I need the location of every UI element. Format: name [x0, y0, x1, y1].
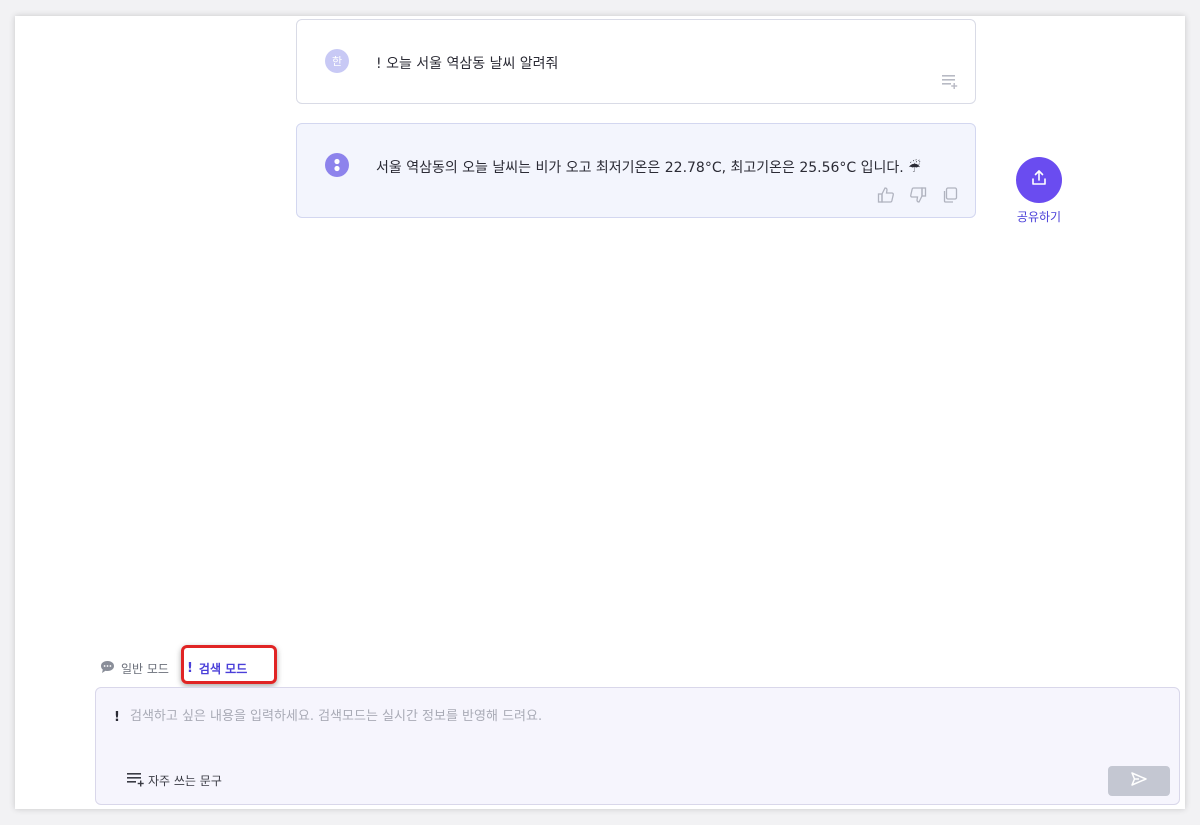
share-icon: [1030, 169, 1048, 191]
general-mode-label: 일반 모드: [121, 661, 169, 676]
user-message-text: ! 오늘 서울 역삼동 날씨 알려줘: [376, 56, 559, 72]
input-prefix: !: [114, 710, 120, 725]
message-input-box: ! 자주 쓰는 문구: [95, 687, 1180, 805]
share-label: 공유하기: [1016, 210, 1062, 224]
frequent-phrases-button[interactable]: 자주 쓰는 문구: [126, 771, 222, 790]
chat-window: 한 ! 오늘 서울 역삼동 날씨 알려줘 서울 역삼동의 오늘 날씨는 비가 오…: [15, 16, 1185, 809]
highlight-annotation: [181, 645, 277, 684]
send-icon: [1130, 771, 1148, 791]
user-avatar: 한: [325, 49, 349, 73]
bot-message-actions: [877, 186, 959, 204]
bot-message-card: 서울 역삼동의 오늘 날씨는 비가 오고 최저기온은 22.78°C, 최고기온…: [296, 123, 976, 218]
bot-avatar-icon: [325, 153, 349, 177]
send-button[interactable]: [1108, 766, 1170, 796]
thumbs-up-icon[interactable]: [877, 186, 895, 204]
thumbs-down-icon[interactable]: [909, 186, 927, 204]
add-to-phrases-icon: [126, 771, 146, 790]
general-mode-tab[interactable]: 일반 모드: [100, 660, 169, 677]
add-to-phrases-icon[interactable]: [941, 72, 959, 90]
share-button[interactable]: [1016, 157, 1062, 203]
user-message-card: 한 ! 오늘 서울 역삼동 날씨 알려줘: [296, 19, 976, 104]
message-input[interactable]: [128, 708, 1092, 725]
copy-icon[interactable]: [941, 186, 959, 204]
frequent-phrases-label: 자주 쓰는 문구: [148, 774, 222, 788]
bot-message-text: 서울 역삼동의 오늘 날씨는 비가 오고 최저기온은 22.78°C, 최고기온…: [376, 160, 921, 176]
chat-bubble-icon: [100, 660, 115, 677]
share-section: 공유하기: [1016, 157, 1062, 224]
